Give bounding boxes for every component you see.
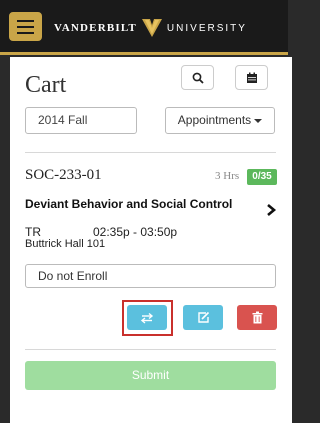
caret-down-icon xyxy=(254,118,263,123)
course-id: SOC-233-01 xyxy=(25,167,102,183)
top-navbar: VANDERBILT UNIVERSITY xyxy=(0,0,288,55)
delete-button[interactable] xyxy=(237,305,277,330)
edit-button[interactable] xyxy=(183,305,223,330)
edit-icon xyxy=(197,311,209,323)
brand-logo[interactable]: VANDERBILT UNIVERSITY xyxy=(54,18,247,38)
seats-badge: 0/35 xyxy=(247,169,277,185)
appointments-dropdown[interactable]: Appointments xyxy=(165,107,275,134)
brand-text-right: UNIVERSITY xyxy=(166,22,247,34)
search-button[interactable] xyxy=(181,65,214,90)
meeting-time: 02:35p - 03:50p xyxy=(93,225,178,239)
swap-button-highlight xyxy=(122,300,173,336)
chevron-right-icon[interactable] xyxy=(264,203,278,217)
term-selector[interactable]: 2014 Fall xyxy=(25,107,137,134)
appointments-label: Appointments xyxy=(177,113,252,127)
meeting-days: TR xyxy=(25,225,41,239)
search-icon xyxy=(192,72,204,84)
vanderbilt-v-logo-icon xyxy=(141,19,162,37)
meeting-room: Buttrick Hall 101 xyxy=(25,238,106,250)
enroll-option-select[interactable]: Do not Enroll xyxy=(25,264,276,288)
calendar-icon xyxy=(246,72,257,83)
credit-hours: 3 Hrs xyxy=(215,170,240,182)
divider xyxy=(25,152,276,153)
divider xyxy=(25,349,276,350)
page-title: Cart xyxy=(25,72,67,98)
cart-panel: Cart 2014 Fall Appointments SOC-233-01 3… xyxy=(10,57,292,423)
submit-button[interactable]: Submit xyxy=(25,361,276,390)
trash-icon xyxy=(252,311,262,324)
calendar-button[interactable] xyxy=(235,65,268,90)
hamburger-menu-button[interactable] xyxy=(9,12,42,41)
hamburger-icon xyxy=(17,19,34,22)
brand-text-left: VANDERBILT xyxy=(54,22,137,34)
course-title: Deviant Behavior and Social Control xyxy=(25,197,233,211)
